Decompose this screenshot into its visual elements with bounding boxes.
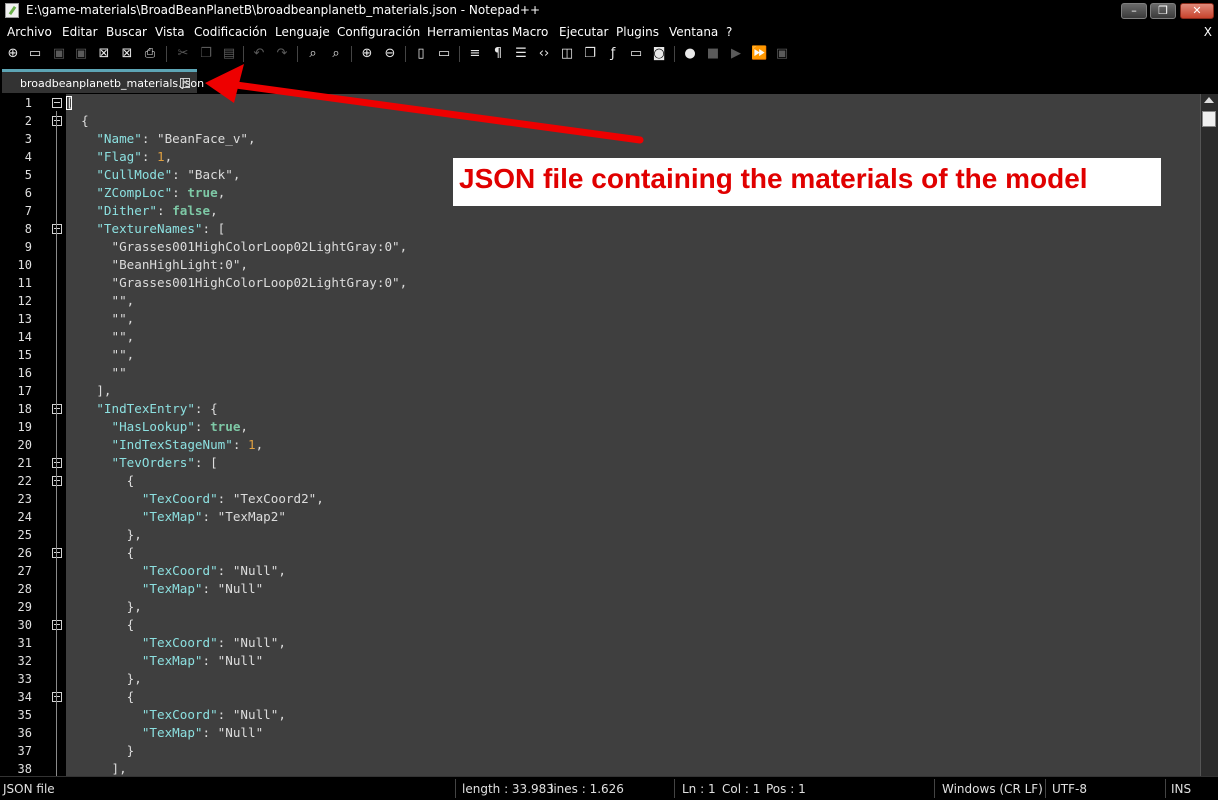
status-length: length : 33.983 xyxy=(462,782,554,796)
status-bar: JSON file length : 33.983 lines : 1.626 … xyxy=(0,776,1218,800)
status-insert-mode[interactable]: INS xyxy=(1171,782,1191,796)
status-separator xyxy=(674,779,675,798)
status-column: Col : 1 xyxy=(722,782,761,796)
status-file-type: JSON file xyxy=(3,782,55,796)
status-separator xyxy=(455,779,456,798)
status-separator xyxy=(934,779,935,798)
status-separator xyxy=(1045,779,1046,798)
status-line-number: Ln : 1 xyxy=(682,782,716,796)
status-separator xyxy=(1165,779,1166,798)
annotation-callout: JSON file containing the materials of th… xyxy=(453,158,1161,206)
status-eol-format[interactable]: Windows (CR LF) xyxy=(942,782,1043,796)
status-encoding[interactable]: UTF-8 xyxy=(1052,782,1087,796)
status-lines: lines : 1.626 xyxy=(550,782,624,796)
status-position: Pos : 1 xyxy=(766,782,806,796)
annotation-arrow xyxy=(205,64,644,144)
annotation-text: JSON file containing the materials of th… xyxy=(459,163,1088,194)
